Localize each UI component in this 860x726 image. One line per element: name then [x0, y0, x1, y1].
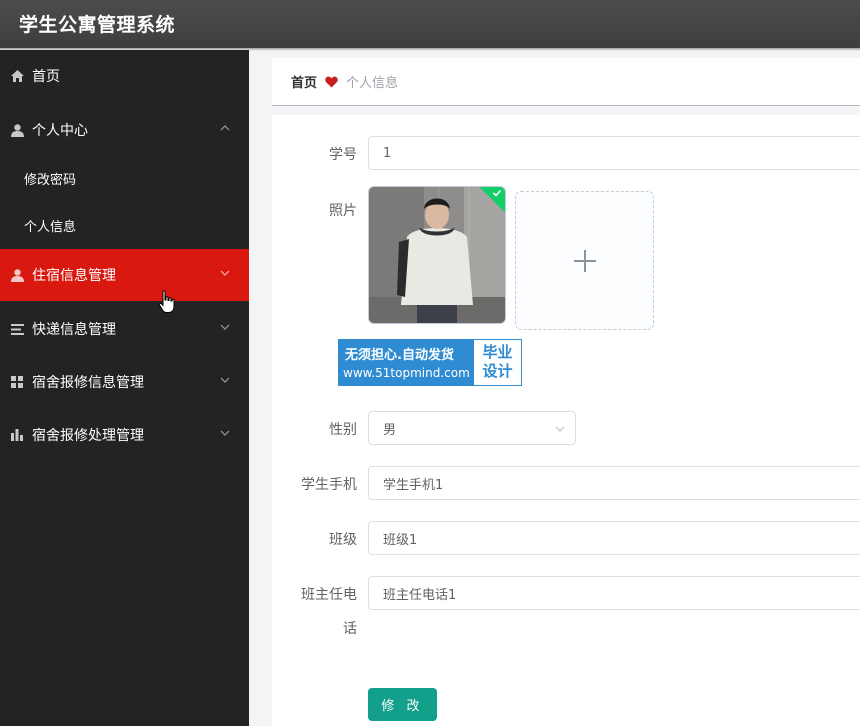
teacher-phone-input[interactable]: 班主任电话1: [368, 576, 860, 610]
watermark-line1: 无须担心.自动发货: [345, 348, 454, 363]
plus-icon: [573, 249, 596, 272]
class-value: 班级1: [383, 532, 418, 548]
class-label: 班级: [329, 532, 357, 548]
chevron-down-icon: [220, 377, 230, 383]
watermark-right-line1: 毕业: [482, 343, 513, 361]
photo-upload-button[interactable]: [515, 191, 654, 330]
teacher-phone-label: 班主任电 话: [297, 584, 357, 638]
sidebar-item-express[interactable]: 快递信息管理: [0, 303, 249, 355]
modify-button[interactable]: 修 改: [368, 688, 437, 721]
list-icon: [10, 322, 24, 336]
sidebar-item-label: 快递信息管理: [32, 322, 116, 338]
sidebar-item-home[interactable]: 首页: [0, 50, 249, 102]
sidebar-item-label: 首页: [32, 69, 60, 85]
student-id-label: 学号: [329, 147, 357, 163]
student-photo-image: [369, 187, 505, 323]
sidebar-subitem-change-password[interactable]: 修改密码: [0, 155, 249, 201]
watermark-right: 毕业 设计: [474, 340, 521, 385]
check-icon: [492, 189, 502, 197]
breadcrumb: 首页 个人信息: [272, 58, 860, 106]
watermark-line2: www.51topmind.com: [343, 366, 470, 380]
sidebar-item-label: 宿舍报修处理管理: [32, 428, 144, 444]
sidebar-item-label: 住宿信息管理: [32, 268, 116, 284]
watermark-left: 无须担心.自动发货 www.51topmind.com: [339, 340, 473, 385]
home-icon: [10, 69, 24, 83]
heart-icon: [325, 76, 338, 88]
sidebar: 首页 个人中心 修改密码 个人信息 住宿信息管理 快递信息管理 宿舍报修信息管理: [0, 50, 249, 726]
bar-chart-icon: [10, 428, 24, 442]
user-icon: [10, 268, 24, 282]
student-photo[interactable]: [368, 186, 506, 324]
phone-value: 学生手机1: [383, 477, 444, 493]
grid-icon: [10, 375, 24, 389]
sidebar-subitem-personal-info[interactable]: 个人信息: [0, 202, 249, 248]
phone-input[interactable]: 学生手机1: [368, 466, 860, 500]
chevron-up-icon: [220, 125, 230, 131]
user-icon: [10, 123, 24, 137]
sidebar-item-repair-handling[interactable]: 宿舍报修处理管理: [0, 409, 249, 461]
app-title: 学生公寓管理系统: [19, 14, 176, 36]
phone-label: 学生手机: [301, 477, 357, 493]
sidebar-item-personal-center[interactable]: 个人中心: [0, 104, 249, 156]
sidebar-item-repair-info[interactable]: 宿舍报修信息管理: [0, 356, 249, 408]
chevron-down-icon: [220, 324, 230, 330]
sidebar-subitem-label: 修改密码: [24, 172, 77, 188]
sidebar-item-accommodation[interactable]: 住宿信息管理: [0, 249, 249, 301]
breadcrumb-home[interactable]: 首页: [291, 72, 317, 91]
chevron-down-icon: [220, 270, 230, 276]
student-id-value: 1: [383, 145, 392, 161]
main-content: 首页 个人信息 学号 1 照片 无须担心.自动发货 www.51topmind.…: [272, 58, 860, 726]
sidebar-subitem-label: 个人信息: [24, 219, 77, 235]
hand-cursor-icon: [158, 290, 175, 313]
class-input[interactable]: 班级1: [368, 521, 860, 555]
sidebar-item-label: 个人中心: [32, 123, 88, 139]
content-divider: [272, 106, 860, 115]
gender-select[interactable]: 男: [368, 411, 576, 445]
photo-label: 照片: [329, 203, 357, 219]
chevron-down-icon: [555, 426, 565, 432]
gender-value: 男: [383, 422, 397, 438]
sidebar-item-label: 宿舍报修信息管理: [32, 375, 144, 391]
top-bar: 学生公寓管理系统: [0, 0, 860, 48]
teacher-phone-label-line2: 话: [343, 621, 357, 637]
chevron-down-icon: [220, 430, 230, 436]
student-id-input[interactable]: 1: [368, 136, 860, 170]
teacher-phone-label-line1: 班主任电: [301, 587, 357, 603]
watermark-right-line2: 设计: [482, 362, 513, 380]
breadcrumb-current: 个人信息: [346, 76, 399, 91]
teacher-phone-value: 班主任电话1: [383, 587, 457, 603]
gender-label: 性别: [329, 422, 357, 438]
watermark: 无须担心.自动发货 www.51topmind.com 毕业 设计: [338, 339, 522, 386]
